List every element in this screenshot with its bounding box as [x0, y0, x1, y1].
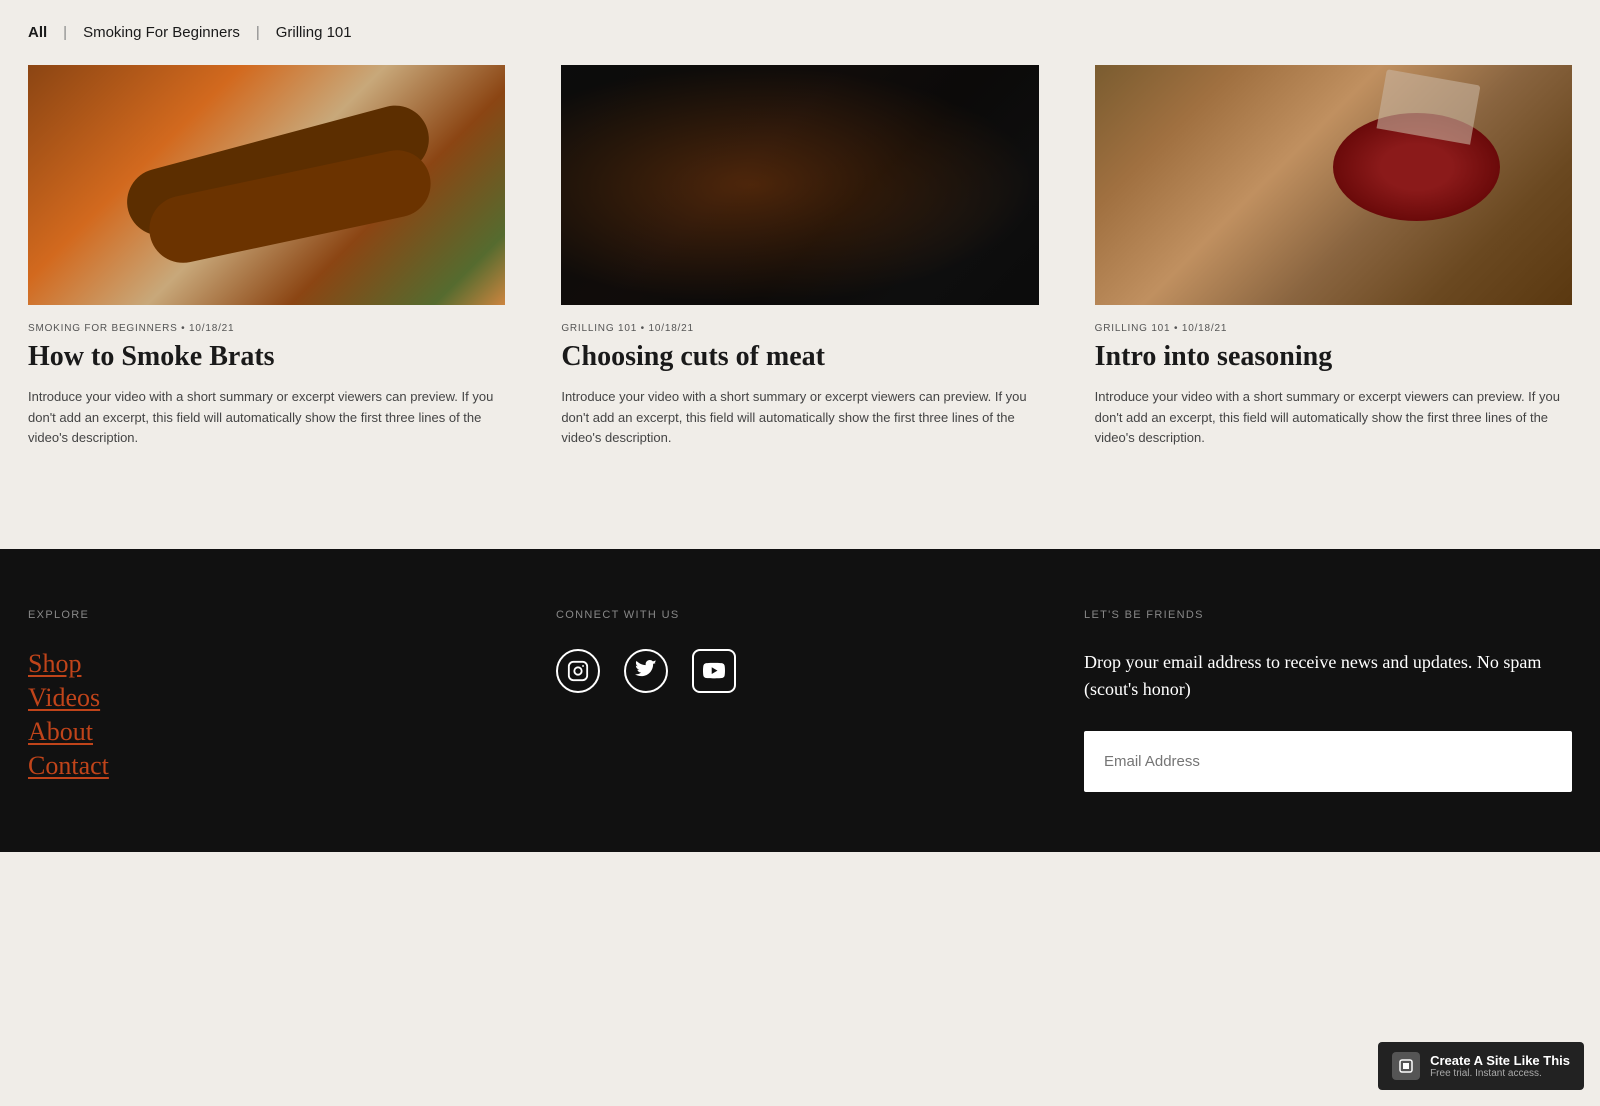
- about-link[interactable]: About: [28, 717, 93, 746]
- explore-link-shop[interactable]: Shop: [28, 649, 516, 679]
- video-title-2: Choosing cuts of meat: [561, 342, 1038, 373]
- email-input[interactable]: [1084, 731, 1572, 792]
- social-icons: [556, 649, 1044, 693]
- separator-2: |: [256, 24, 260, 41]
- video-thumbnail-1: [28, 65, 505, 305]
- badge-main-text: Create A Site Like This: [1430, 1053, 1570, 1068]
- video-excerpt-3: Introduce your video with a short summar…: [1095, 387, 1572, 449]
- filter-smoking[interactable]: Smoking For Beginners: [83, 24, 240, 41]
- explore-links: Shop Videos About Contact: [28, 649, 516, 781]
- video-category-1: SMOKING FOR BEGINNERS • 10/18/21: [28, 323, 505, 334]
- video-card-3[interactable]: GRILLING 101 • 10/18/21 Intro into seaso…: [1067, 65, 1600, 489]
- twitter-icon[interactable]: [624, 649, 668, 693]
- video-excerpt-1: Introduce your video with a short summar…: [28, 387, 505, 449]
- youtube-icon[interactable]: [692, 649, 736, 693]
- connect-label: CONNECT WITH US: [556, 609, 1044, 621]
- video-grid: SMOKING FOR BEGINNERS • 10/18/21 How to …: [0, 65, 1600, 549]
- squarespace-badge[interactable]: Create A Site Like This Free trial. Inst…: [1378, 1042, 1584, 1090]
- explore-link-videos[interactable]: Videos: [28, 683, 516, 713]
- filter-grilling[interactable]: Grilling 101: [276, 24, 352, 41]
- video-card-2[interactable]: GRILLING 101 • 10/18/21 Choosing cuts of…: [533, 65, 1066, 489]
- explore-link-about[interactable]: About: [28, 717, 516, 747]
- shop-link[interactable]: Shop: [28, 649, 81, 678]
- separator-1: |: [63, 24, 67, 41]
- footer-explore: EXPLORE Shop Videos About Contact: [28, 609, 516, 792]
- video-thumbnail-3: [1095, 65, 1572, 305]
- badge-sub-text: Free trial. Instant access.: [1430, 1068, 1570, 1079]
- video-title-1: How to Smoke Brats: [28, 342, 505, 373]
- video-title-3: Intro into seasoning: [1095, 342, 1572, 373]
- newsletter-text: Drop your email address to receive news …: [1084, 649, 1572, 703]
- footer-connect: CONNECT WITH US: [556, 609, 1044, 792]
- contact-link[interactable]: Contact: [28, 751, 109, 780]
- instagram-icon[interactable]: [556, 649, 600, 693]
- footer: EXPLORE Shop Videos About Contact CONNEC…: [0, 549, 1600, 852]
- videos-link[interactable]: Videos: [28, 683, 100, 712]
- explore-link-contact[interactable]: Contact: [28, 751, 516, 781]
- badge-text: Create A Site Like This Free trial. Inst…: [1430, 1053, 1570, 1079]
- friends-label: LET'S BE FRIENDS: [1084, 609, 1572, 621]
- video-card-1[interactable]: SMOKING FOR BEGINNERS • 10/18/21 How to …: [0, 65, 533, 489]
- filter-all[interactable]: All: [28, 24, 47, 41]
- video-category-2: GRILLING 101 • 10/18/21: [561, 323, 1038, 334]
- squarespace-icon: [1392, 1052, 1420, 1080]
- email-input-wrap: [1084, 731, 1572, 792]
- filter-nav: All | Smoking For Beginners | Grilling 1…: [0, 0, 1600, 65]
- video-excerpt-2: Introduce your video with a short summar…: [561, 387, 1038, 449]
- footer-newsletter: LET'S BE FRIENDS Drop your email address…: [1084, 609, 1572, 792]
- video-thumbnail-2: [561, 65, 1038, 305]
- video-category-3: GRILLING 101 • 10/18/21: [1095, 323, 1572, 334]
- explore-label: EXPLORE: [28, 609, 516, 621]
